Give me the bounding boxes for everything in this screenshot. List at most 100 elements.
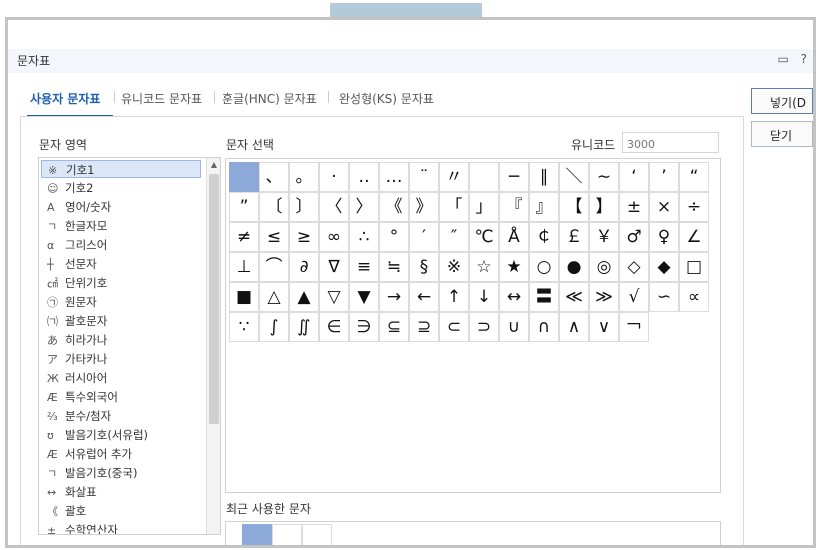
scroll-up-icon[interactable]: ▲: [209, 160, 219, 170]
char-cell[interactable]: ″: [439, 222, 469, 252]
category-list[interactable]: ※ 기호1 ☺ 기호2 A 영어/숫자 ㄱ 한글자모 α 그리스어 ┼ 선문자 ㎠ 단위기호 ㉠ 원문자 ㈀ 괄호…: [38, 157, 221, 535]
category-item[interactable]: ㎠ 단위기호: [41, 274, 201, 292]
char-cell[interactable]: ∞: [319, 222, 349, 252]
char-cell[interactable]: ▼: [349, 282, 379, 312]
char-cell[interactable]: ∽: [649, 282, 679, 312]
char-cell[interactable]: ◎: [589, 252, 619, 282]
char-cell[interactable]: ￥: [589, 222, 619, 252]
char-cell[interactable]: ↔: [499, 282, 529, 312]
char-cell[interactable]: △: [259, 282, 289, 312]
category-item[interactable]: ☺ 기호2: [41, 179, 201, 197]
char-cell[interactable]: 】: [589, 192, 619, 222]
category-item[interactable]: Æ 서유럽어 추가: [41, 445, 201, 463]
char-cell[interactable]: ≪: [559, 282, 589, 312]
char-cell[interactable]: ‥: [349, 162, 379, 192]
char-cell[interactable]: ≒: [379, 252, 409, 282]
insert-button[interactable]: 넣기(D: [751, 88, 813, 114]
char-cell[interactable]: 〔: [259, 192, 289, 222]
char-cell[interactable]: ※: [439, 252, 469, 282]
char-cell[interactable]: ◆: [649, 252, 679, 282]
char-cell[interactable]: ≥: [289, 222, 319, 252]
char-cell[interactable]: ∪: [499, 312, 529, 342]
char-cell[interactable]: [229, 162, 259, 192]
char-cell[interactable]: ▽: [319, 282, 349, 312]
category-item[interactable]: ㉠ 원문자: [41, 293, 201, 311]
char-cell[interactable]: ↑: [439, 282, 469, 312]
char-cell[interactable]: ⊆: [379, 312, 409, 342]
category-item[interactable]: ㄱ 발음기호(중국): [41, 464, 201, 482]
char-cell[interactable]: ≤: [259, 222, 289, 252]
char-cell[interactable]: ○: [529, 252, 559, 282]
char-cell[interactable]: ─: [499, 162, 529, 192]
category-item[interactable]: ʊ 발음기호(서유럽): [41, 426, 201, 444]
char-cell[interactable]: ⌒: [259, 252, 289, 282]
char-cell[interactable]: ■: [229, 282, 259, 312]
tab-hnc-charmap[interactable]: 훈글(HNC) 문자표: [222, 90, 317, 107]
char-cell[interactable]: ⊃: [469, 312, 499, 342]
char-cell[interactable]: 〉: [349, 192, 379, 222]
category-item[interactable]: ⅔ 분수/첨자: [41, 407, 201, 425]
char-cell[interactable]: 〓: [529, 282, 559, 312]
char-cell[interactable]: ☆: [469, 252, 499, 282]
char-cell[interactable]: ♀: [649, 222, 679, 252]
tab-user-charmap[interactable]: 사용자 문자표: [30, 90, 100, 107]
char-cell[interactable]: ÷: [679, 192, 709, 222]
char-cell[interactable]: ×: [649, 192, 679, 222]
char-cell[interactable]: °: [379, 222, 409, 252]
char-cell[interactable]: [469, 162, 499, 192]
category-item[interactable]: ┼ 선문자: [41, 255, 201, 273]
char-cell[interactable]: 〃: [439, 162, 469, 192]
char-cell[interactable]: 」: [469, 192, 499, 222]
char-cell[interactable]: …: [379, 162, 409, 192]
char-cell[interactable]: □: [679, 252, 709, 282]
char-cell[interactable]: ∝: [679, 282, 709, 312]
char-cell[interactable]: ●: [559, 252, 589, 282]
char-cell[interactable]: ∬: [289, 312, 319, 342]
category-item[interactable]: Æ 특수외국어: [41, 388, 201, 406]
char-cell[interactable]: ⊇: [409, 312, 439, 342]
char-cell[interactable]: ∩: [529, 312, 559, 342]
char-cell[interactable]: 【: [559, 192, 589, 222]
char-cell[interactable]: ↓: [469, 282, 499, 312]
char-cell[interactable]: ∨: [589, 312, 619, 342]
char-cell[interactable]: ￢: [619, 312, 649, 342]
category-item[interactable]: α 그리스어: [41, 236, 201, 254]
help-icon[interactable]: ?: [801, 52, 807, 66]
char-cell[interactable]: ★: [499, 252, 529, 282]
char-cell[interactable]: ‘: [619, 162, 649, 192]
char-cell[interactable]: ∼: [589, 162, 619, 192]
char-cell[interactable]: ∋: [349, 312, 379, 342]
char-cell[interactable]: ￠: [529, 222, 559, 252]
char-cell[interactable]: ·: [319, 162, 349, 192]
category-item[interactable]: ㈀ 괄호문자: [41, 312, 201, 330]
char-cell[interactable]: ▲: [289, 282, 319, 312]
char-cell[interactable]: 《: [379, 192, 409, 222]
char-cell[interactable]: ℃: [469, 222, 499, 252]
category-item[interactable]: ※ 기호1: [41, 160, 201, 178]
char-cell[interactable]: ⊂: [439, 312, 469, 342]
char-cell[interactable]: 』: [529, 192, 559, 222]
char-cell[interactable]: √: [619, 282, 649, 312]
char-cell[interactable]: ≠: [229, 222, 259, 252]
char-cell[interactable]: ∥: [529, 162, 559, 192]
char-cell[interactable]: ∧: [559, 312, 589, 342]
char-cell[interactable]: ◇: [619, 252, 649, 282]
char-cell[interactable]: §: [409, 252, 439, 282]
recent-cell[interactable]: [242, 524, 272, 545]
char-cell[interactable]: ＼: [559, 162, 589, 192]
char-cell[interactable]: ±: [619, 192, 649, 222]
recent-cell[interactable]: [272, 524, 302, 545]
char-cell[interactable]: ←: [409, 282, 439, 312]
char-cell[interactable]: ’: [649, 162, 679, 192]
char-cell[interactable]: ”: [229, 192, 259, 222]
char-cell[interactable]: →: [379, 282, 409, 312]
char-cell[interactable]: ∠: [679, 222, 709, 252]
char-cell[interactable]: ∫: [259, 312, 289, 342]
char-cell[interactable]: 〕: [289, 192, 319, 222]
category-item[interactable]: ± 수학연산자: [41, 521, 201, 534]
unicode-input[interactable]: [622, 132, 719, 153]
char-cell[interactable]: 『: [499, 192, 529, 222]
char-cell[interactable]: 、: [259, 162, 289, 192]
char-cell[interactable]: ≡: [349, 252, 379, 282]
char-cell[interactable]: ￡: [559, 222, 589, 252]
